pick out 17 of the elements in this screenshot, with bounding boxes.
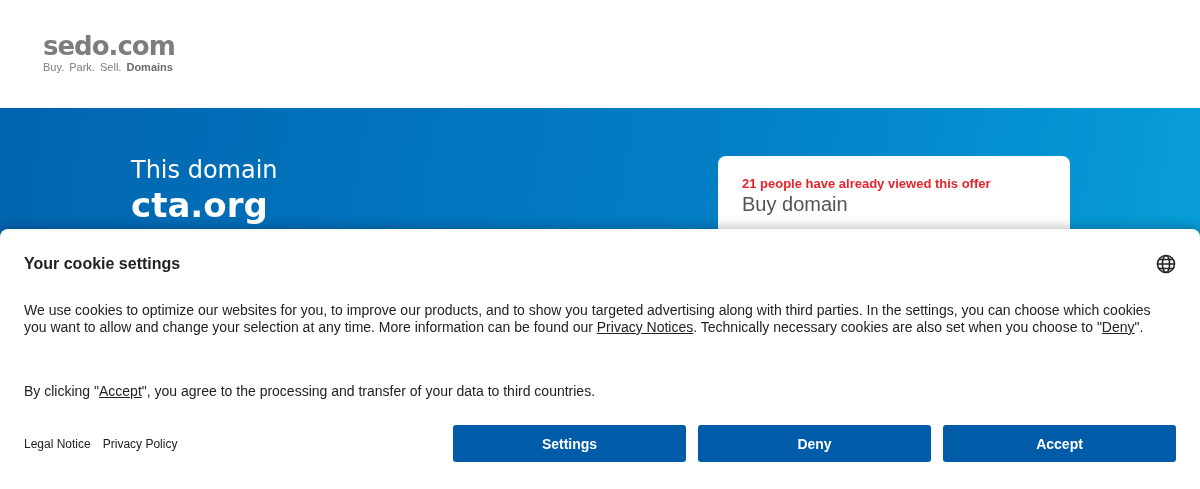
inline-link[interactable]: Deny [1101,319,1135,335]
inline-link[interactable]: Accept [99,383,142,399]
paragraph: By clicking "Accept", you agree to the processing and transfer of your data to third countries. [24,383,597,400]
banner-button[interactable]: Accept [943,425,1176,462]
footer-link[interactable]: Privacy Policy [102,436,178,451]
domain-name: cta.org [131,186,269,224]
banner-title: Your cookie settings [24,255,181,273]
intro-text: This domain [131,156,278,184]
language-globe-icon[interactable] [1156,254,1176,274]
banner-button[interactable]: Deny [698,425,931,462]
banner-button[interactable]: Settings [453,425,686,462]
logo[interactable]: sedo.com [43,33,175,59]
card-title: Buy domain [742,193,849,215]
paragraph: We use cookies to optimize our websites for you, to improve our products, and to show you targeted advertising along with third parties. In the settings, you can choose which cookies you want to allow and change your selection at any time. More information can be found our Privacy Notices. Technically necessary cookies are also set when you choose to "Deny". [24,302,1152,336]
footer-link[interactable]: Legal Notice [24,436,91,451]
tagline: Buy. Park. Sell. Domains [43,61,174,73]
views-notice: 21 people have already viewed this offer [742,176,992,192]
